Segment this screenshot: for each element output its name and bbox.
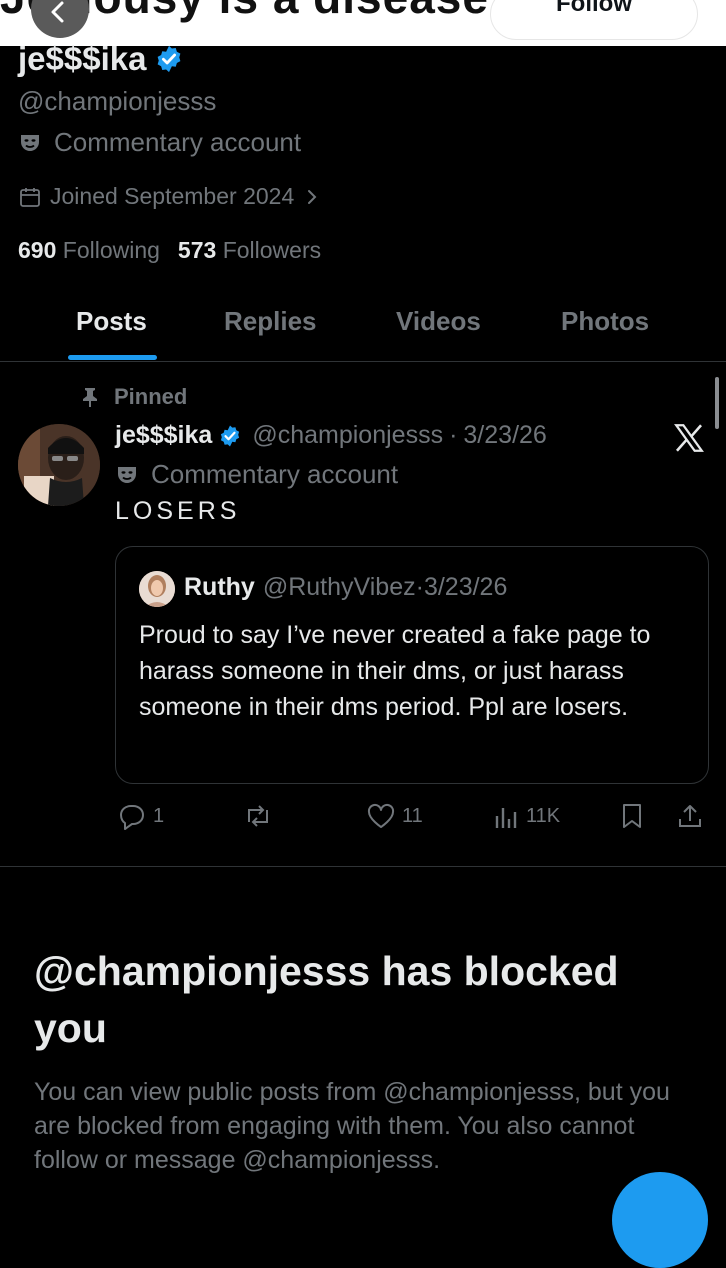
following-label: Following [62,237,160,263]
post-divider [0,866,726,867]
tabs-divider [0,361,726,362]
joined-date[interactable]: Joined September 2024 [18,183,322,210]
verified-badge-icon [158,45,181,73]
post-author-name[interactable]: je$$$ika [115,421,212,450]
post-text: LOSERS [115,497,241,525]
quoted-date: 3/23/26 [423,573,508,601]
following-count: 690 [18,237,57,263]
share-icon [679,805,701,827]
theater-mask-icon [21,134,39,151]
followers-link[interactable]: 573 Followers [178,237,321,264]
views-count: 11K [526,804,561,827]
theater-mask-icon [118,466,136,483]
post-author-handle[interactable]: @championjesss [252,421,443,450]
active-tab-indicator [68,355,157,360]
back-arrow-icon [51,1,64,23]
like-button[interactable]: 11 [366,802,423,830]
blocked-description: You can view public posts from @champion… [34,1078,670,1174]
bookmark-button[interactable] [620,802,644,830]
profile-name: je$$$ika [18,40,184,78]
tab-posts[interactable]: Posts [76,306,147,337]
tab-replies[interactable]: Replies [224,306,317,337]
reply-count: 1 [153,804,165,827]
pinned-text: Pinned [114,384,188,409]
post-dot: · [449,421,458,449]
quoted-author-avatar [139,571,175,607]
quoted-author-name: Ruthy [184,573,255,601]
bookmark-icon [623,804,641,828]
following-link[interactable]: 690 Following [18,237,160,264]
repost-icon [248,805,268,827]
reply-button[interactable]: 1 [117,802,164,830]
profile-category: Commentary account [18,127,301,158]
profile-stats: 690 Following 573 Followers [18,237,321,264]
scrollbar[interactable] [715,377,719,429]
avatar-image [18,424,100,506]
calendar-icon [20,187,40,207]
heart-icon [367,803,395,828]
tab-videos[interactable]: Videos [396,306,481,337]
quoted-dot: · [415,573,424,601]
follow-button-label: Follow [556,0,632,17]
post-category: Commentary account [115,459,398,490]
followers-count: 573 [177,237,217,263]
blocked-title: @championjesss has blocked you [34,948,619,1051]
post-author-avatar[interactable] [18,424,100,506]
profile-category-text: Commentary account [54,127,302,157]
followers-label: Followers [222,237,322,263]
like-count: 11 [402,804,423,827]
post-header: je$$$ika @championjesss · 3/23/26 [115,421,547,450]
quoted-author-handle: @RuthyVibez [262,573,416,601]
reply-icon [120,805,144,830]
post-category-text: Commentary account [151,459,399,489]
follow-button[interactable]: Follow [490,0,698,40]
profile-handle: @championjesss [18,86,217,116]
x-logo-icon [672,421,706,460]
pinned-label: Pinned [80,384,187,410]
quoted-header: Ruthy @RuthyVibez · 3/23/26 [184,573,507,602]
share-button[interactable] [677,802,703,830]
joined-date-text: Joined September 2024 [50,183,295,209]
repost-button[interactable] [243,802,273,830]
chevron-right-icon [308,189,317,204]
views-button[interactable]: 11K [494,802,560,830]
avatar-image [139,571,175,607]
pin-icon [83,388,97,407]
compose-button[interactable] [612,1172,708,1268]
views-chart-icon [495,808,517,828]
post-date[interactable]: 3/23/26 [463,421,546,450]
verified-badge-icon [221,425,240,446]
profile-name-text: je$$$ika [18,40,147,77]
quoted-text: Proud to say I’ve never created a fake p… [139,621,651,721]
tab-photos[interactable]: Photos [561,306,649,337]
